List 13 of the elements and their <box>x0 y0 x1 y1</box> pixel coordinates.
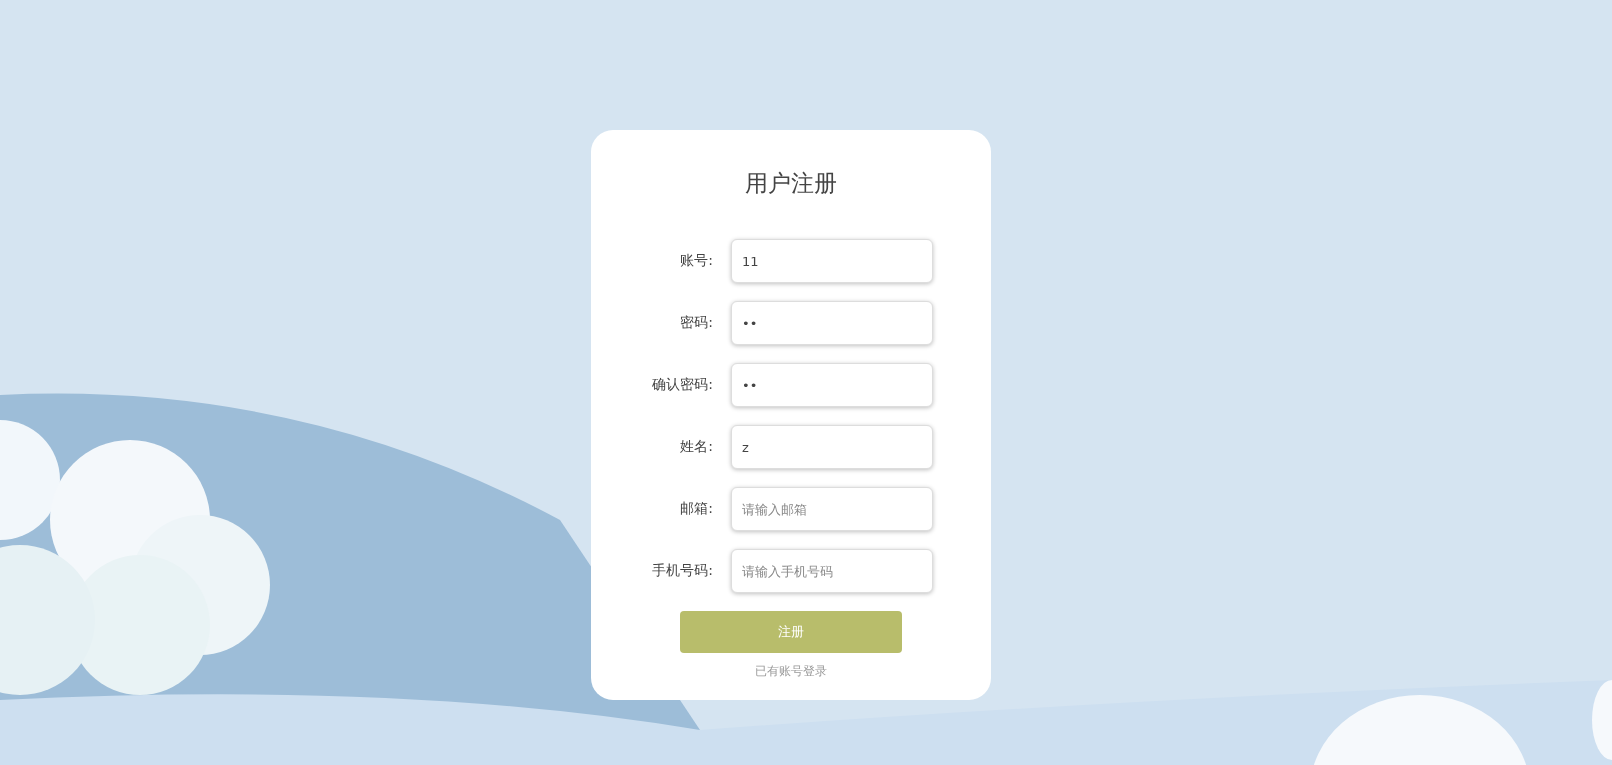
input-field[interactable]: 请输入手机号码 <box>731 549 933 593</box>
field-label: 确认密码: <box>651 376 713 394</box>
field-label: 账号: <box>679 252 713 270</box>
input-field[interactable]: z <box>731 425 933 469</box>
input-field[interactable]: 11 <box>731 239 933 283</box>
field-label: 密码: <box>679 314 713 332</box>
field-label: 邮箱: <box>679 500 713 518</box>
field-label: 手机号码: <box>651 562 713 580</box>
input-field[interactable]: 请输入邮箱 <box>731 487 933 531</box>
input-field[interactable]: •• <box>731 363 933 407</box>
form-title: 用户注册 <box>745 169 837 198</box>
input-field[interactable]: •• <box>731 301 933 345</box>
field-label: 姓名: <box>679 438 713 456</box>
